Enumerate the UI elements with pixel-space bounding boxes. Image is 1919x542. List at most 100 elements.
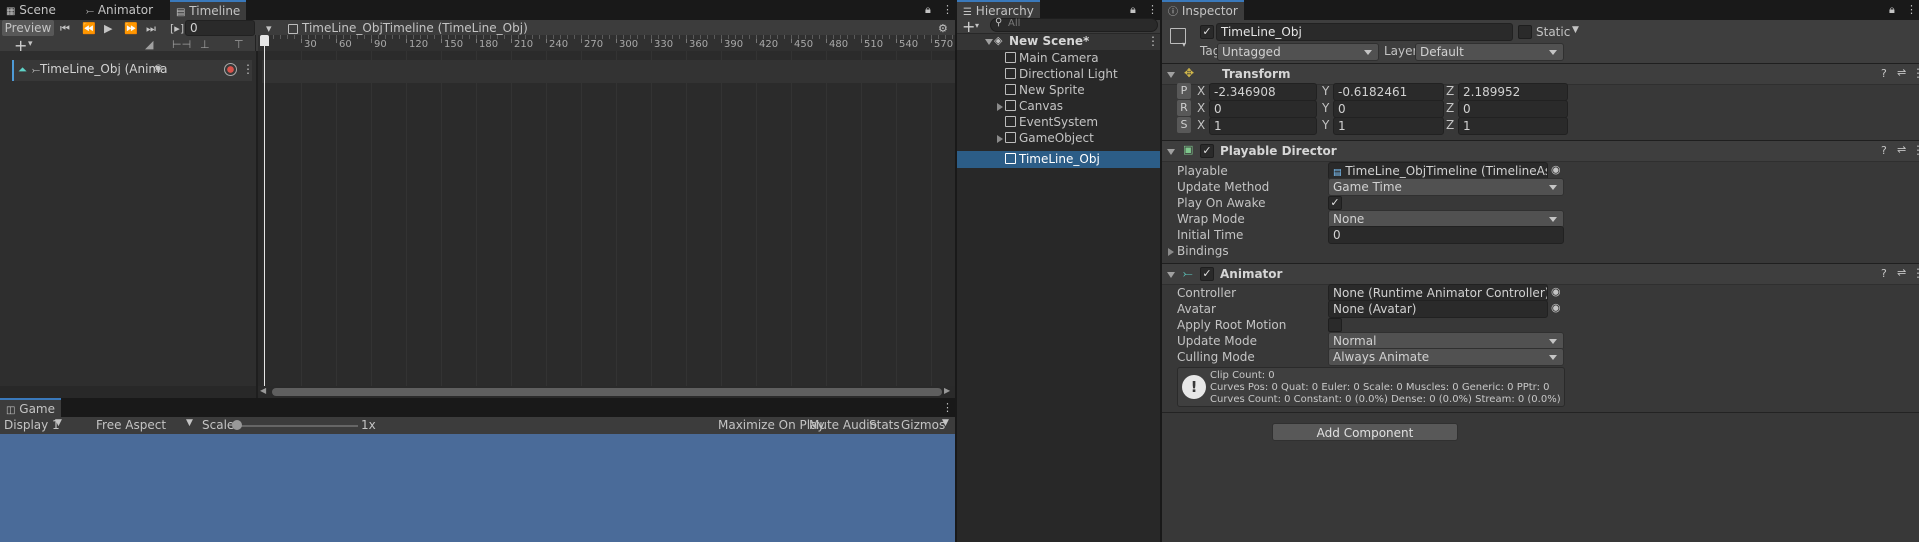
scale-slider-thumb[interactable]	[232, 420, 242, 430]
goto-start-icon[interactable]: ⏮	[60, 22, 70, 36]
foldout-icon[interactable]	[1167, 272, 1175, 278]
bindings-foldout-icon[interactable]	[1168, 248, 1174, 256]
list-item[interactable]: EventSystem	[957, 115, 1160, 131]
scroll-right-icon[interactable]: ▶	[944, 386, 950, 395]
apply-root-motion-checkbox[interactable]	[1328, 318, 1342, 332]
hierarchy-search[interactable]: ⚲ All	[990, 17, 1158, 32]
display-dropdown[interactable]: Display 1	[4, 418, 60, 432]
component-more-icon[interactable]: ⋮	[1912, 266, 1919, 280]
layer-dropdown[interactable]: Default	[1415, 43, 1564, 61]
position-x-field[interactable]: -2.346908	[1209, 83, 1317, 101]
enabled-checkbox[interactable]: ✓	[1200, 267, 1214, 281]
more-icon[interactable]: ⋮	[1906, 3, 1917, 16]
bindings-label[interactable]: Bindings	[1177, 244, 1229, 258]
foldout-icon[interactable]	[1167, 72, 1175, 78]
icon-dropdown-icon[interactable]: ▾	[1182, 40, 1186, 49]
record-icon[interactable]	[224, 63, 237, 76]
list-item-selected[interactable]: TimeLine_Obj	[957, 151, 1160, 168]
list-item[interactable]: Main Camera	[957, 51, 1160, 67]
rotation-z-field[interactable]: 0	[1458, 100, 1568, 118]
tab-scene[interactable]: ▦ Scene	[0, 0, 62, 20]
mute-audio-button[interactable]: Mute Audio	[809, 418, 877, 432]
position-y-field[interactable]: -0.6182461	[1333, 83, 1444, 101]
tab-timeline[interactable]: ▤ Timeline	[170, 0, 247, 20]
scene-more-icon[interactable]: ⋮	[1147, 34, 1159, 48]
more-icon[interactable]: ⋮	[1147, 3, 1158, 16]
add-object-dropdown-icon[interactable]: ▾	[975, 21, 979, 30]
scale-z-field[interactable]: 1	[1458, 117, 1568, 135]
horizontal-scrollbar[interactable]: ◀ ▶	[258, 386, 955, 398]
help-icon[interactable]: ?	[1881, 267, 1887, 280]
presets-icon[interactable]: ⇌	[1897, 266, 1906, 279]
avatar-field[interactable]: None (Avatar)	[1328, 300, 1548, 318]
play-icon[interactable]: ▶	[104, 22, 112, 35]
more-icon[interactable]: ⋮	[942, 401, 953, 414]
help-icon[interactable]: ?	[1881, 67, 1887, 80]
clip-area[interactable]	[262, 51, 955, 386]
chevron-down-icon[interactable]: ▼	[55, 418, 62, 428]
track-binding-label[interactable]: ⤚TimeLine_Obj (Animator	[32, 62, 167, 78]
chevron-down-icon[interactable]: ▼	[186, 418, 193, 428]
static-label[interactable]: Static	[1536, 25, 1570, 39]
enabled-checkbox[interactable]: ✓	[1200, 144, 1214, 158]
rotation-y-field[interactable]: 0	[1333, 100, 1444, 118]
ripple-mode-icon[interactable]: ◢	[145, 38, 153, 51]
scale-x-field[interactable]: 1	[1209, 117, 1317, 135]
presets-icon[interactable]: ⇌	[1897, 66, 1906, 79]
collapsed-arrow-icon[interactable]	[997, 103, 1003, 111]
rotation-key[interactable]: R	[1177, 100, 1191, 116]
frame-field[interactable]: 0	[185, 20, 255, 36]
settings-gear-icon[interactable]: ⚙	[938, 22, 948, 35]
chevron-down-icon[interactable]: ▼	[1572, 25, 1579, 35]
presets-icon[interactable]: ⇌	[1897, 143, 1906, 156]
chevron-down-icon[interactable]: ▼	[942, 418, 949, 428]
object-picker-icon[interactable]: ◉	[154, 63, 163, 74]
component-more-icon[interactable]: ⋮	[1912, 143, 1919, 157]
object-picker-icon[interactable]: ◉	[1551, 163, 1561, 176]
position-z-field[interactable]: 2.189952	[1458, 83, 1568, 101]
scroll-left-icon[interactable]: ◀	[260, 386, 266, 395]
lock-icon[interactable]: 🔒︎	[1130, 3, 1136, 17]
update-method-dropdown[interactable]: Game Time	[1328, 178, 1564, 196]
add-track-dropdown-icon[interactable]: ▾	[28, 39, 33, 49]
scroll-thumb[interactable]	[272, 388, 942, 396]
help-icon[interactable]: ?	[1881, 144, 1887, 157]
tab-animator[interactable]: ⤚ Animator	[80, 0, 159, 20]
preview-button[interactable]: Preview	[2, 20, 54, 36]
prev-frame-icon[interactable]: ⏪	[82, 22, 96, 35]
collapsed-arrow-icon[interactable]	[997, 135, 1003, 143]
position-key[interactable]: P	[1177, 83, 1191, 99]
snap-icon[interactable]: ⊤	[234, 38, 244, 51]
foldout-icon[interactable]	[1167, 149, 1175, 155]
tab-inspector[interactable]: ⓘ Inspector	[1162, 0, 1244, 20]
more-icon[interactable]: ⋮	[942, 3, 953, 16]
chevron-down-icon[interactable]: ▾	[266, 22, 272, 35]
list-item[interactable]: Directional Light	[957, 67, 1160, 83]
splitter[interactable]	[256, 51, 258, 398]
playhead-handle[interactable]	[260, 35, 269, 46]
playable-director-header[interactable]: ▣ ✓ Playable Director ? ⇌ ⋮	[1162, 140, 1919, 162]
scene-row[interactable]: ◈ New Scene* ⋮	[957, 34, 1160, 50]
replace-mode-icon[interactable]: ⊥	[200, 38, 210, 51]
play-on-awake-checkbox[interactable]: ✓	[1328, 196, 1342, 210]
time-ruler[interactable]: 30 60 90 120 150 180 210 240 270 300 330 360 390 420 4…	[258, 35, 955, 51]
game-view[interactable]	[0, 434, 955, 542]
list-item[interactable]: New Sprite	[957, 83, 1160, 99]
scale-slider[interactable]	[236, 425, 358, 427]
gameobject-large-icon[interactable]	[1170, 28, 1190, 46]
initial-time-field[interactable]: 0	[1328, 226, 1564, 244]
scale-key[interactable]: S	[1177, 117, 1191, 133]
lock-icon[interactable]: 🔒︎	[1889, 3, 1895, 17]
transform-header[interactable]: ✥ Transform ? ⇌ ⋮	[1162, 63, 1919, 85]
track-row[interactable]: ⏶ ⤚TimeLine_Obj (Animator ◉ ⋮	[12, 60, 254, 81]
static-checkbox[interactable]	[1518, 25, 1532, 39]
clip-edit-mode-icon[interactable]: ⊢⊣	[172, 38, 191, 51]
list-item[interactable]: Canvas	[957, 99, 1160, 115]
lock-icon[interactable]: 🔒︎	[925, 3, 931, 17]
goto-end-icon[interactable]: ⏭	[146, 22, 156, 36]
component-more-icon[interactable]: ⋮	[1912, 66, 1919, 80]
next-frame-icon[interactable]: ⏩	[124, 22, 138, 35]
list-item[interactable]: GameObject	[957, 131, 1160, 147]
scale-y-field[interactable]: 1	[1333, 117, 1444, 135]
aspect-dropdown[interactable]: Free Aspect	[96, 418, 166, 432]
